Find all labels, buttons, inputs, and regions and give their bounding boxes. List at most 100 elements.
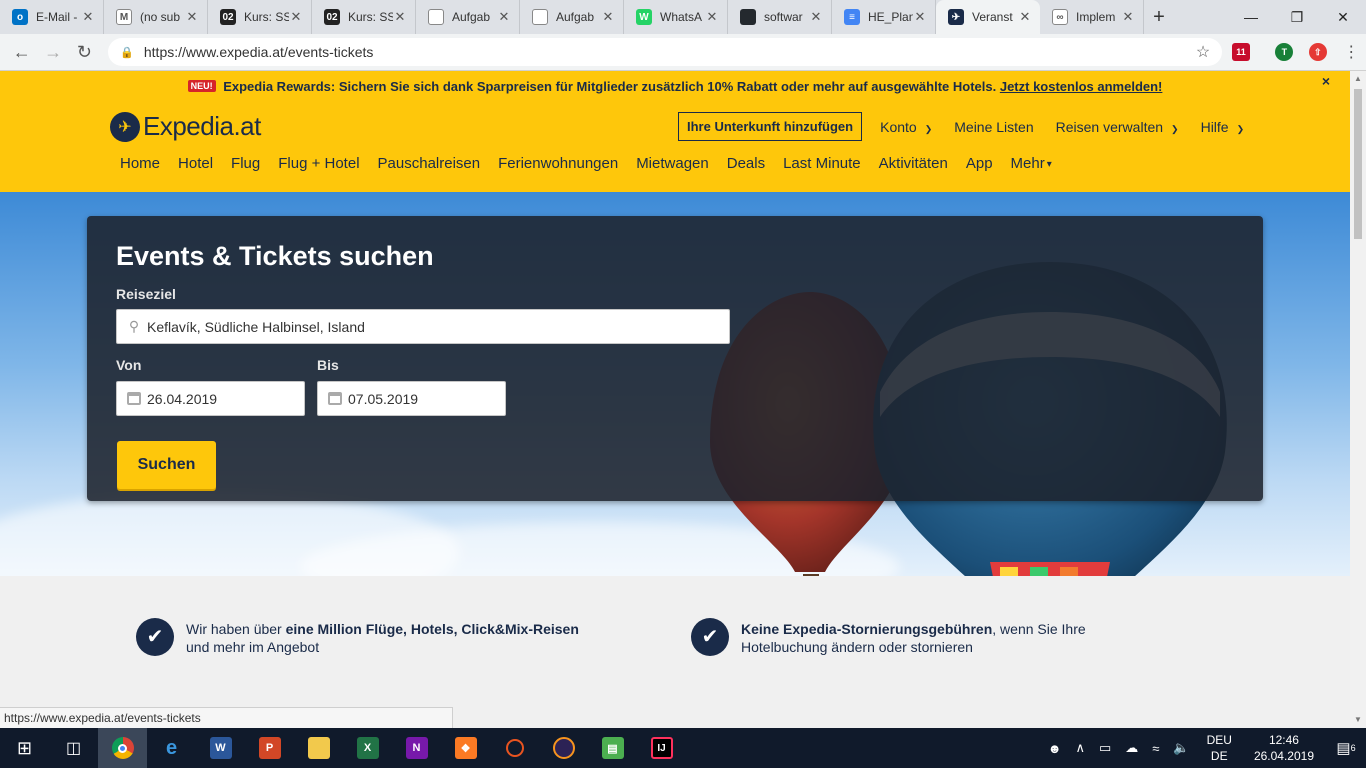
chrome-taskbar-icon[interactable] bbox=[98, 728, 147, 768]
nav-item[interactable]: App bbox=[966, 155, 993, 172]
tab-close-icon[interactable]: ✕ bbox=[601, 9, 615, 25]
github-icon bbox=[740, 9, 756, 25]
clock-time: 12:46 bbox=[1268, 733, 1299, 747]
battery-icon[interactable]: ▭ bbox=[1099, 740, 1111, 756]
browser-tab[interactable]: ≡ HE_Plan ✕ bbox=[832, 0, 936, 34]
logo-text: Expedia.at bbox=[143, 111, 261, 141]
minimize-icon[interactable]: — bbox=[1228, 0, 1274, 34]
browser-tab[interactable]: 02 Kurs: SS ✕ bbox=[208, 0, 312, 34]
extension-red-icon[interactable]: ⇧ bbox=[1303, 37, 1332, 67]
tab-close-icon[interactable]: ✕ bbox=[1018, 9, 1032, 25]
tab-close-icon[interactable]: ✕ bbox=[393, 9, 407, 25]
tray-clock[interactable]: 12:46 26.04.2019 bbox=[1254, 732, 1314, 764]
powerpoint-taskbar-icon[interactable]: P bbox=[245, 728, 294, 768]
back-icon[interactable]: ← bbox=[6, 36, 37, 68]
file-explorer-taskbar-icon[interactable] bbox=[294, 728, 343, 768]
browser-tab[interactable]: o E-Mail - ✕ bbox=[0, 0, 104, 34]
help-menu[interactable]: Hilfe ❯ bbox=[1201, 119, 1245, 135]
onenote-taskbar-icon[interactable]: N bbox=[392, 728, 441, 768]
promo-close-icon[interactable]: × bbox=[1322, 73, 1330, 89]
task-view-icon[interactable]: ◫ bbox=[49, 728, 98, 768]
nav-item[interactable]: Hotel bbox=[178, 155, 213, 172]
my-lists-link[interactable]: Meine Listen bbox=[954, 119, 1033, 135]
system-tray: ☻ ∧ ▭ ☁ ≈ 🔈 DEU DE 12:46 26.04.2019 ▤ 6 bbox=[1041, 728, 1366, 768]
tab-close-icon[interactable]: ✕ bbox=[1121, 9, 1135, 25]
tab-close-icon[interactable]: ✕ bbox=[81, 9, 95, 25]
promo-signup-link[interactable]: Jetzt kostenlos anmelden! bbox=[1000, 79, 1163, 94]
nav-item[interactable]: Pauschalreisen bbox=[378, 155, 481, 172]
menu-kebab-icon[interactable]: ⋮ bbox=[1337, 37, 1366, 67]
address-bar[interactable]: 🔒 https://www.expedia.at/events-tickets … bbox=[108, 38, 1223, 66]
volume-muted-icon[interactable]: 🔈 bbox=[1173, 740, 1189, 756]
people-icon[interactable]: ☻ bbox=[1048, 741, 1062, 756]
keyboard-layout: DE bbox=[1210, 749, 1228, 763]
restore-icon[interactable]: ❐ bbox=[1274, 0, 1320, 34]
tab-title: Veranst bbox=[972, 10, 1013, 24]
extension-badge: 11 bbox=[1231, 43, 1250, 61]
excel-taskbar-icon[interactable]: X bbox=[343, 728, 392, 768]
new-tab-icon[interactable]: + bbox=[1144, 0, 1174, 34]
nav-item[interactable]: Deals bbox=[727, 155, 765, 172]
browser-tab[interactable]: 02 Kurs: SS ✕ bbox=[312, 0, 416, 34]
tab-close-icon[interactable]: ✕ bbox=[497, 9, 511, 25]
account-menu[interactable]: Konto ❯ bbox=[880, 119, 932, 135]
eclipse-taskbar-icon[interactable] bbox=[539, 728, 588, 768]
profile-avatar[interactable]: T bbox=[1270, 37, 1299, 67]
nav-item[interactable]: Flug + Hotel bbox=[278, 155, 359, 172]
input-language[interactable]: DEU DE bbox=[1207, 732, 1232, 764]
nav-item[interactable]: Mehr bbox=[1011, 155, 1045, 172]
manage-trips-menu[interactable]: Reisen verwalten ❯ bbox=[1056, 119, 1179, 135]
tray-chevron-up-icon[interactable]: ∧ bbox=[1075, 740, 1085, 756]
xampp-taskbar-icon[interactable]: ❖ bbox=[441, 728, 490, 768]
reload-icon[interactable]: ↻ bbox=[69, 36, 100, 68]
destination-label: Reiseziel bbox=[116, 286, 176, 302]
scroll-down-icon[interactable]: ▼ bbox=[1350, 712, 1366, 728]
checkmark-icon: ✔ bbox=[136, 618, 174, 656]
wifi-icon[interactable]: ≈ bbox=[1152, 741, 1159, 756]
nav-item[interactable]: Last Minute bbox=[783, 155, 861, 172]
chevron-down-icon: ▾ bbox=[1046, 159, 1052, 170]
page-scrollbar[interactable]: ▲ ▼ bbox=[1350, 71, 1366, 728]
action-center-icon[interactable]: ▤ 6 bbox=[1326, 728, 1366, 768]
intellij-taskbar-icon[interactable]: IJ bbox=[637, 728, 686, 768]
expedia-logo[interactable]: ✈ Expedia.at bbox=[110, 111, 261, 142]
tab-close-icon[interactable]: ✕ bbox=[705, 9, 719, 25]
nav-item[interactable]: Ferienwohnungen bbox=[498, 155, 618, 172]
browser-tab[interactable]: W WhatsA ✕ bbox=[624, 0, 728, 34]
scroll-thumb[interactable] bbox=[1354, 89, 1362, 239]
tab-close-icon[interactable]: ✕ bbox=[289, 9, 303, 25]
from-date-input[interactable]: 26.04.2019 bbox=[116, 381, 305, 416]
bookmark-star-icon[interactable]: ☆ bbox=[1196, 42, 1210, 62]
extension-abp-icon[interactable]: 11 bbox=[1226, 37, 1255, 67]
search-button[interactable]: Suchen bbox=[117, 441, 216, 489]
nav-item[interactable]: Aktivitäten bbox=[879, 155, 948, 172]
window-close-icon[interactable]: ✕ bbox=[1320, 0, 1366, 34]
onedrive-cloud-icon[interactable]: ☁ bbox=[1125, 740, 1138, 756]
browser-tab[interactable]: ✈ Veranst ✕ bbox=[936, 0, 1040, 34]
browser-tab[interactable]: Aufgab ✕ bbox=[416, 0, 520, 34]
scroll-up-icon[interactable]: ▲ bbox=[1350, 71, 1366, 87]
edge-taskbar-icon[interactable]: e bbox=[147, 728, 196, 768]
browser-tab[interactable]: M (no sub ✕ bbox=[104, 0, 208, 34]
nav-item[interactable]: Home bbox=[120, 155, 160, 172]
browser-tab[interactable]: softwar ✕ bbox=[728, 0, 832, 34]
tab-close-icon[interactable]: ✕ bbox=[913, 9, 927, 25]
chart-app-taskbar-icon[interactable]: ▤ bbox=[588, 728, 637, 768]
benefit-bold: Keine Expedia-Stornierungsgebühren bbox=[741, 621, 993, 637]
tab-close-icon[interactable]: ✕ bbox=[809, 9, 823, 25]
expedia-icon: ✈ bbox=[948, 9, 964, 25]
overleaf-icon: ∞ bbox=[1052, 9, 1068, 25]
word-taskbar-icon[interactable]: W bbox=[196, 728, 245, 768]
forward-icon[interactable]: → bbox=[37, 36, 68, 68]
document-icon bbox=[428, 9, 444, 25]
destination-input[interactable]: ⚲ Keflavík, Südliche Halbinsel, Island bbox=[116, 309, 730, 344]
ubuntu-taskbar-icon[interactable] bbox=[490, 728, 539, 768]
browser-tab[interactable]: ∞ Implem ✕ bbox=[1040, 0, 1144, 34]
to-date-input[interactable]: 07.05.2019 bbox=[317, 381, 506, 416]
windows-start-icon[interactable]: ⊞ bbox=[0, 728, 49, 768]
nav-item[interactable]: Mietwagen bbox=[636, 155, 709, 172]
add-property-button[interactable]: Ihre Unterkunft hinzufügen bbox=[678, 112, 863, 141]
nav-item[interactable]: Flug bbox=[231, 155, 260, 172]
browser-tab[interactable]: Aufgab ✕ bbox=[520, 0, 624, 34]
tab-close-icon[interactable]: ✕ bbox=[185, 9, 199, 25]
